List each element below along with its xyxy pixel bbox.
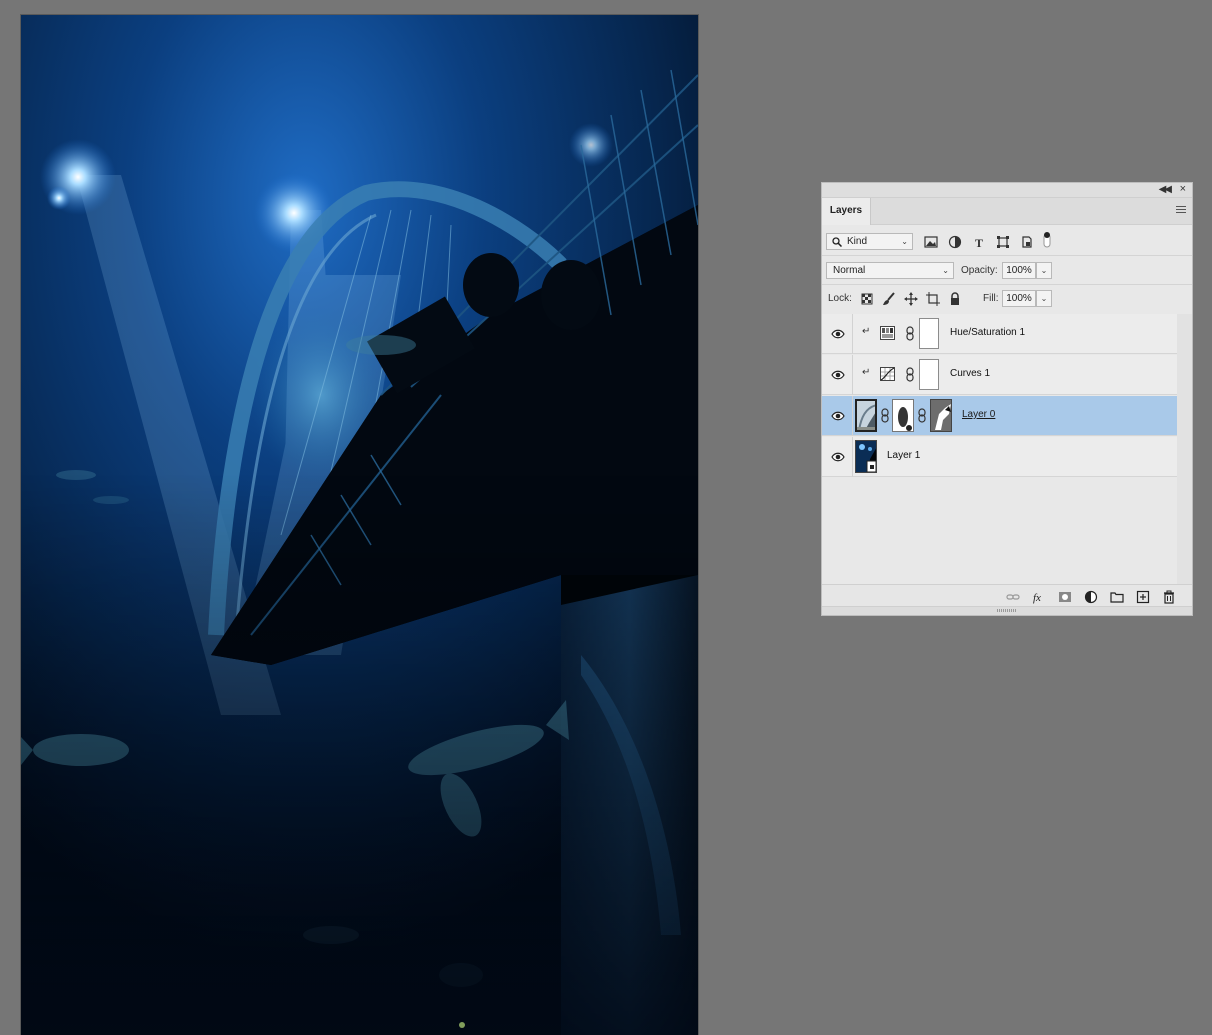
- layer-list: ↵ Hue/Saturation 1 ↵ Curves 1 Layer 0 La…: [822, 314, 1177, 584]
- pixel-layer-filter-icon[interactable]: [924, 235, 938, 249]
- search-icon: [832, 237, 842, 247]
- tab-layers[interactable]: Layers: [822, 198, 871, 225]
- layer-name[interactable]: Hue/Saturation 1: [950, 327, 1025, 338]
- filter-kind-label: Kind: [847, 236, 868, 247]
- document-canvas[interactable]: [21, 15, 698, 1035]
- delete-layer-trash-icon[interactable]: [1162, 590, 1176, 604]
- fill-input[interactable]: 100%: [1002, 290, 1036, 307]
- new-layer-icon[interactable]: [1136, 590, 1150, 604]
- layer-row-hue-saturation[interactable]: ↵ Hue/Saturation 1: [822, 314, 1177, 354]
- lock-artboard-icon[interactable]: [926, 292, 940, 306]
- visibility-eye-icon[interactable]: [831, 409, 845, 423]
- opacity-input[interactable]: 100%: [1002, 262, 1036, 279]
- curves-adjustment-icon: [880, 367, 895, 381]
- blend-mode-dropdown[interactable]: Normal ⌄: [826, 262, 954, 279]
- chevron-down-icon: ⌄: [901, 237, 908, 246]
- visibility-eye-icon[interactable]: [831, 368, 845, 382]
- panel-tab-bar: Layers: [822, 198, 1192, 225]
- link-layers-icon[interactable]: [1006, 590, 1020, 604]
- visibility-eye-icon[interactable]: [831, 450, 845, 464]
- fill-slider-toggle[interactable]: ⌄: [1036, 290, 1052, 307]
- lock-image-pixels-icon[interactable]: [882, 292, 896, 306]
- blend-row: Normal ⌄ Opacity: 100% ⌄: [822, 262, 1192, 280]
- layer-row-curves[interactable]: ↵ Curves 1: [822, 355, 1177, 395]
- filter-row: Kind ⌄ T: [822, 231, 1192, 253]
- vector-mask-thumbnail[interactable]: [930, 399, 952, 432]
- new-adjustment-layer-icon[interactable]: [1084, 590, 1098, 604]
- svg-text:fx: fx: [1033, 592, 1041, 604]
- opacity-slider-toggle[interactable]: ⌄: [1036, 262, 1052, 279]
- lock-label: Lock:: [828, 293, 852, 304]
- layer-mask-thumbnail[interactable]: [919, 359, 939, 390]
- new-group-folder-icon[interactable]: [1110, 590, 1124, 604]
- link-chain-icon[interactable]: [906, 367, 914, 382]
- collapse-panel-icon[interactable]: ◀◀: [1159, 184, 1172, 195]
- lock-transparent-pixels-icon[interactable]: [860, 292, 874, 306]
- add-layer-style-icon[interactable]: fx: [1032, 590, 1046, 604]
- hue-saturation-adjustment-icon: [880, 326, 895, 340]
- filter-toggle-icon[interactable]: [1042, 231, 1052, 249]
- link-chain-icon[interactable]: [881, 408, 889, 423]
- blend-mode-value: Normal: [833, 265, 866, 276]
- adjustment-layer-filter-icon[interactable]: [948, 235, 962, 249]
- chevron-down-icon: ⌄: [942, 266, 949, 275]
- clipping-arrow-icon: ↵: [862, 367, 871, 378]
- layers-panel: ◀◀ × Layers Kind ⌄ T Normal ⌄ Opacity: 1…: [821, 182, 1193, 616]
- link-chain-icon[interactable]: [906, 326, 914, 341]
- link-chain-icon[interactable]: [918, 408, 926, 423]
- lock-row: Lock: Fill: 100% ⌄: [822, 290, 1192, 308]
- underwater-photo: [21, 15, 698, 1035]
- layer-mask-thumbnail[interactable]: [919, 318, 939, 349]
- layer-name[interactable]: Layer 1: [887, 450, 920, 461]
- close-icon[interactable]: ×: [1180, 183, 1186, 195]
- lock-position-icon[interactable]: [904, 292, 918, 306]
- opacity-label: Opacity:: [961, 265, 998, 276]
- layer-row-layer-1[interactable]: Layer 1: [822, 437, 1177, 477]
- clipping-arrow-icon: ↵: [862, 326, 871, 337]
- layer-thumbnail[interactable]: [855, 440, 877, 473]
- fill-label: Fill:: [983, 293, 999, 304]
- lock-all-icon[interactable]: [948, 292, 962, 306]
- type-layer-filter-icon[interactable]: T: [972, 235, 986, 249]
- panel-title-bar[interactable]: ◀◀ ×: [822, 183, 1192, 198]
- smart-object-filter-icon[interactable]: [1020, 235, 1034, 249]
- add-mask-icon[interactable]: [1058, 590, 1072, 604]
- layer-mask-thumbnail[interactable]: [892, 399, 914, 432]
- layer-name[interactable]: Layer 0: [962, 409, 995, 420]
- svg-text:T: T: [975, 236, 983, 249]
- layer-row-layer-0[interactable]: Layer 0: [822, 396, 1177, 436]
- panel-resize-handle[interactable]: [822, 606, 1192, 615]
- panel-menu-icon[interactable]: [1176, 206, 1186, 215]
- layer-list-scrollbar[interactable]: [1177, 314, 1192, 584]
- filter-kind-dropdown[interactable]: Kind ⌄: [826, 233, 913, 250]
- layer-thumbnail[interactable]: [855, 399, 877, 432]
- layer-name[interactable]: Curves 1: [950, 368, 990, 379]
- visibility-eye-icon[interactable]: [831, 327, 845, 341]
- shape-layer-filter-icon[interactable]: [996, 235, 1010, 249]
